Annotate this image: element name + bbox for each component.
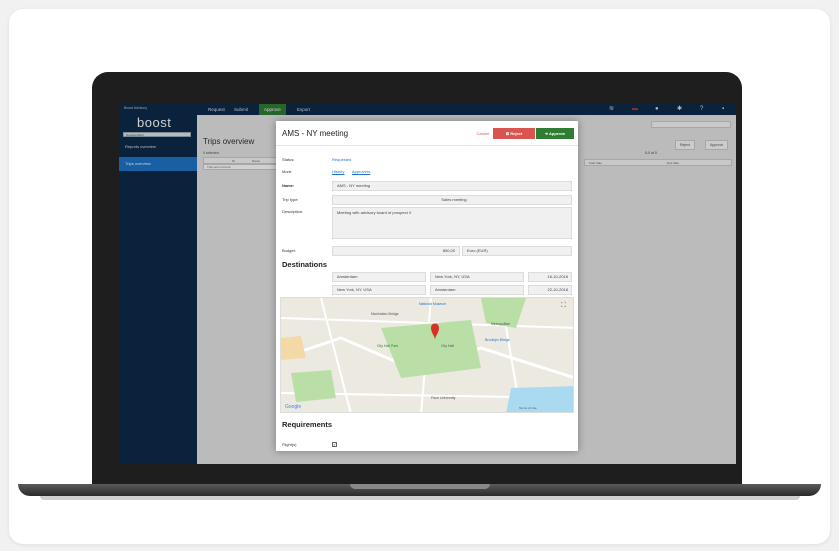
map-label-brooklyn-bridge: Brooklyn Bridge [485, 338, 510, 342]
destination-1-from[interactable]: Amsterdam [332, 272, 426, 282]
destination-2-date[interactable]: 22-10-2018 [528, 285, 572, 295]
map-label-museum: National Museum [419, 302, 447, 306]
description-field[interactable]: Meeting with advisory board of prospect … [332, 207, 572, 239]
flight-label: Flight(s) [282, 442, 297, 447]
reject-label: Reject [510, 131, 523, 136]
status-value: Requested [332, 157, 352, 162]
laptop-foot [40, 496, 800, 500]
trip-type-field[interactable]: Sales meeting [332, 195, 572, 205]
history-link[interactable]: History [332, 169, 344, 174]
modal-actions: Cancel ⊠ Reject ➜ Approve [444, 128, 574, 139]
budget-currency-select[interactable]: Euro (EUR) [462, 246, 572, 256]
modal-title: AMS - NY meeting [282, 129, 349, 138]
description-label: Description: [282, 209, 304, 214]
approve-button[interactable]: ➜ Approve [536, 128, 574, 139]
budget-label: Budget: [282, 248, 296, 253]
map-google-logo: Google [285, 404, 302, 410]
reject-button[interactable]: ⊠ Reject [493, 128, 535, 139]
destination-1-to[interactable]: New York, NY, USA [430, 272, 524, 282]
map-label-metropolitan: Metropolitan [491, 322, 511, 326]
flight-checkbox[interactable]: ✓ [332, 442, 337, 447]
map-label-pace-university: Pace University [431, 396, 456, 400]
map-label-city-hall-park: City Hall Park [377, 344, 399, 348]
destination-2-to[interactable]: Amsterdam [430, 285, 524, 295]
trip-modal: AMS - NY meeting Cancel ⊠ Reject ➜ Appro… [276, 121, 578, 451]
destinations-heading: Destinations [282, 260, 328, 269]
approvers-link[interactable]: Approvers [352, 169, 370, 174]
destination-2-from[interactable]: New York, NY, USA [332, 285, 426, 295]
budget-amount-field[interactable]: 850,00 [332, 246, 460, 256]
map-label-manhattan-bridge: Manhattan Bridge [371, 312, 399, 316]
fullscreen-icon[interactable]: ⛶ [561, 302, 566, 310]
name-field[interactable]: AMS - NY meeting [332, 181, 572, 191]
map-label-city-hall: City Hall [441, 344, 455, 348]
cancel-button[interactable]: Cancel [477, 130, 489, 137]
approve-label: Approve [549, 131, 566, 136]
destination-1-date[interactable]: 16-10-2018 [528, 272, 572, 282]
status-label: Status: [282, 157, 295, 162]
modal-divider [276, 145, 578, 146]
laptop-notch [350, 484, 490, 489]
destination-map[interactable]: National Museum Metropolitan City Hall P… [280, 297, 574, 413]
more-label: More: [282, 169, 293, 174]
name-label: Name: [282, 183, 295, 188]
laptop-screen: Boost Advisory boost Desktop/Mob Reports… [119, 104, 736, 464]
map-terms-link[interactable]: Terms of Use [519, 406, 537, 410]
requirements-heading: Requirements [282, 420, 333, 429]
trip-type-label: Trip type: [282, 197, 299, 202]
map-graphic [281, 298, 573, 412]
